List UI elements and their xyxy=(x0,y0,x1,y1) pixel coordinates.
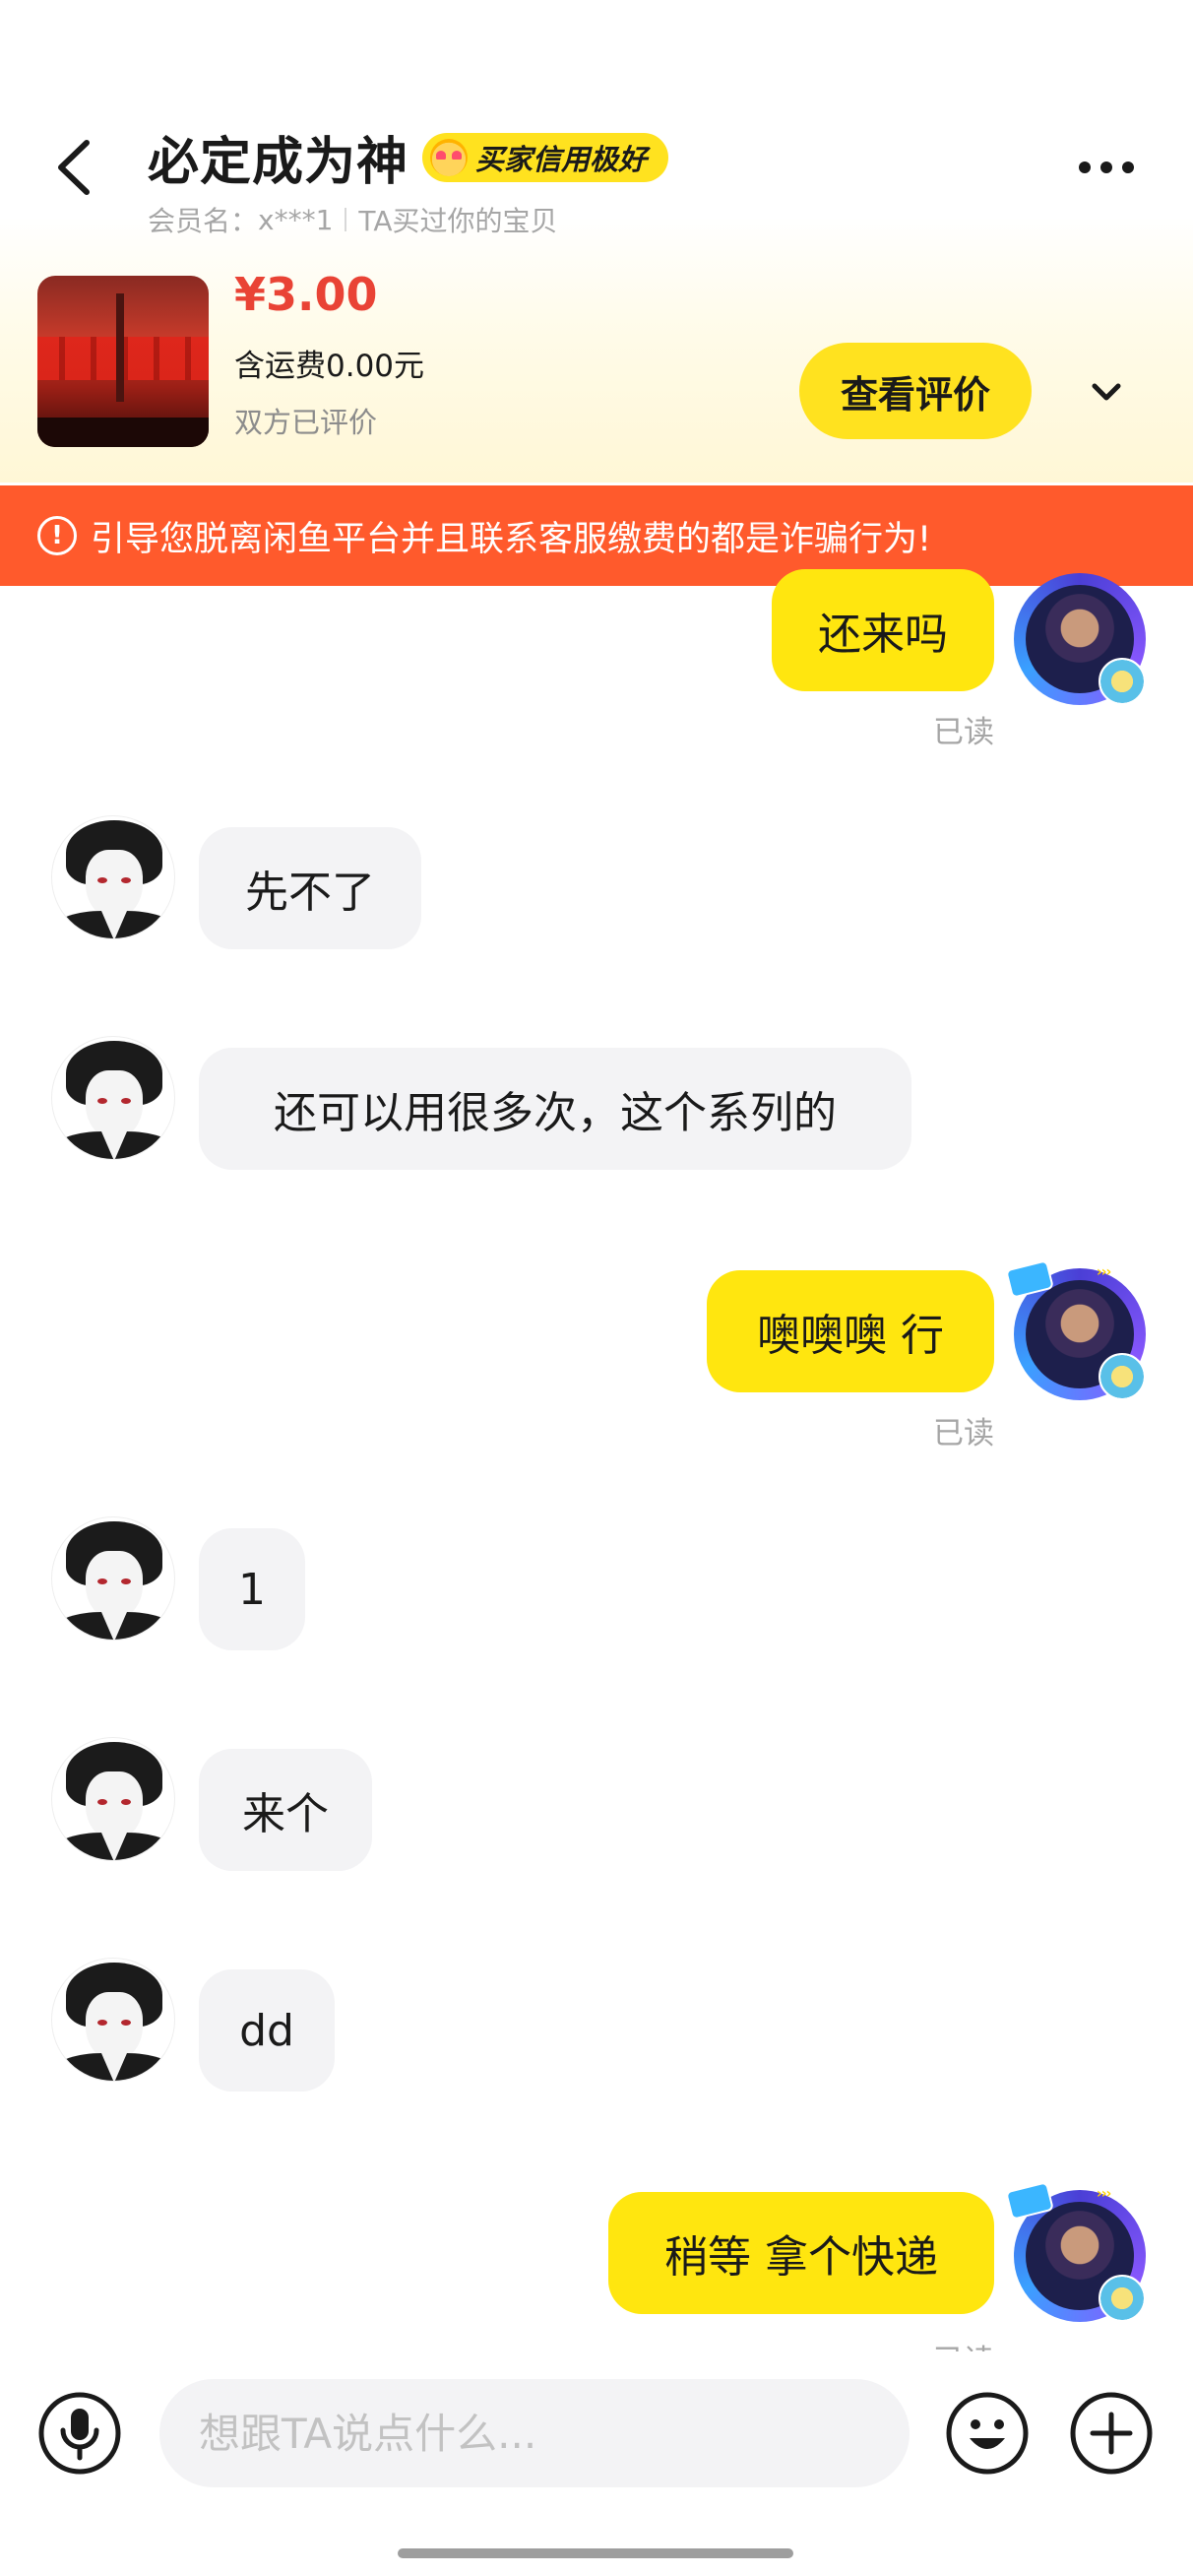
contact-avatar[interactable] xyxy=(51,1516,175,1641)
more-actions-button[interactable] xyxy=(1069,2391,1154,2476)
contact-avatar[interactable] xyxy=(51,1036,175,1160)
emoji-button[interactable] xyxy=(945,2391,1030,2476)
member-label: 会员名： xyxy=(148,205,259,237)
member-name: x***1 xyxy=(258,203,334,236)
shipping-fee: 含运费0.00元 xyxy=(234,349,425,384)
warning-text: 引导您脱离闲鱼平台并且联系客服缴费的都是诈骗行为! xyxy=(91,519,932,559)
message-bubble-incoming[interactable]: dd xyxy=(199,1969,335,2092)
read-status: 已读 xyxy=(933,2336,994,2351)
mascot-badge-icon xyxy=(1099,1353,1146,1400)
message-bubble-outgoing[interactable]: 噢噢噢 行 xyxy=(707,1270,994,1392)
mascot-badge-icon xyxy=(1099,2275,1146,2322)
message-input[interactable] xyxy=(159,2379,910,2487)
message-bubble-incoming[interactable]: 先不了 xyxy=(199,827,421,949)
credit-badge[interactable]: 买家信用极好 xyxy=(422,132,669,182)
chevron-down-icon xyxy=(1092,383,1121,401)
more-button[interactable] xyxy=(1079,148,1148,187)
my-avatar[interactable]: ››› xyxy=(1005,1259,1152,1406)
message-bubble-outgoing[interactable]: 稍等 拿个快递 xyxy=(608,2192,994,2314)
back-button[interactable] xyxy=(47,133,106,202)
read-status: 已读 xyxy=(933,715,994,750)
contact-name[interactable]: 必定成为神 xyxy=(148,120,408,194)
product-thumbnail[interactable] xyxy=(37,276,209,447)
contact-subtitle: 会员名： x***1 TA买过你的宝贝 xyxy=(148,200,668,239)
microphone-icon xyxy=(38,2392,121,2475)
read-status: 已读 xyxy=(933,1416,994,1451)
plus-circle-icon xyxy=(1070,2392,1153,2475)
product-price: ¥3.00 xyxy=(234,268,378,321)
message-bubble-outgoing[interactable]: 还来吗 xyxy=(772,569,994,691)
emoji-face-icon xyxy=(946,2392,1029,2475)
view-review-button[interactable]: 查看评价 xyxy=(799,343,1032,439)
mascot-badge-icon xyxy=(1099,658,1146,705)
contact-avatar[interactable] xyxy=(51,1958,175,2082)
contact-avatar[interactable] xyxy=(51,815,175,939)
chat-screen: 必定成为神 买家信用极好 会员名： x***1 TA买过你的宝贝 ¥3.00 含… xyxy=(0,0,1193,2576)
voice-button[interactable] xyxy=(37,2391,122,2476)
review-status: 双方已评价 xyxy=(234,406,378,439)
message-bubble-incoming[interactable]: 来个 xyxy=(199,1749,372,1871)
credit-badge-label: 买家信用极好 xyxy=(475,142,648,176)
back-arrow-icon xyxy=(58,140,90,195)
message-bubble-incoming[interactable]: 1 xyxy=(199,1528,305,1650)
more-dots-icon xyxy=(1079,161,1091,173)
chat-header: 必定成为神 买家信用极好 会员名： x***1 TA买过你的宝贝 ¥3.00 含… xyxy=(0,0,1193,483)
exclamation-circle-icon: ! xyxy=(37,516,77,555)
message-bubble-incoming[interactable]: 还可以用很多次，这个系列的 xyxy=(199,1048,911,1170)
my-avatar[interactable] xyxy=(1008,567,1152,711)
relation-text: TA买过你的宝贝 xyxy=(358,205,558,237)
contact-avatar[interactable] xyxy=(51,1737,175,1861)
heart-eyes-emoji-icon xyxy=(430,138,469,176)
home-indicator[interactable] xyxy=(398,2548,793,2558)
collapse-button[interactable] xyxy=(1085,376,1128,410)
contact-info: 必定成为神 买家信用极好 会员名： x***1 TA买过你的宝贝 xyxy=(148,120,669,239)
subtitle-divider xyxy=(345,208,347,231)
my-avatar[interactable]: ››› xyxy=(1005,2181,1152,2328)
